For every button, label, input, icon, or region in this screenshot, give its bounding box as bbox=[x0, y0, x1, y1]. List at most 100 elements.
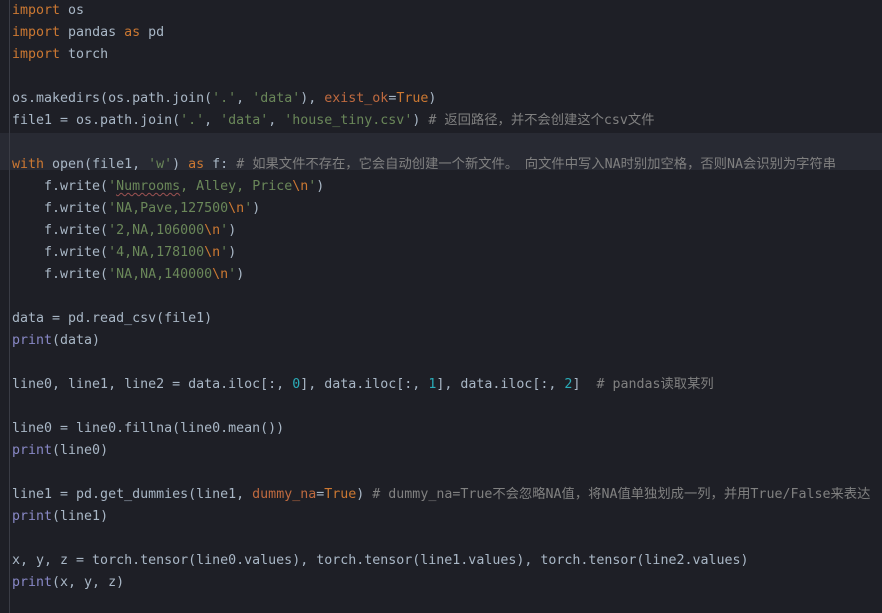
code-line[interactable]: f.write('4,NA,178100\n') bbox=[0, 242, 882, 264]
code-token: True bbox=[396, 91, 429, 106]
code-token: (x, y, z) bbox=[52, 575, 125, 590]
code-token: 'data' bbox=[220, 113, 269, 128]
code-line[interactable] bbox=[0, 528, 882, 550]
code-token: pandas bbox=[60, 25, 125, 40]
code-token: ) bbox=[428, 91, 437, 106]
code-token: '4,NA,178100 bbox=[108, 245, 205, 260]
code-token: '.' bbox=[212, 91, 237, 106]
code-token: (line0) bbox=[52, 443, 109, 458]
code-token: pd bbox=[140, 25, 165, 40]
code-token: open(file1, bbox=[44, 157, 149, 172]
code-token: f: bbox=[204, 157, 237, 172]
code-token: ], data.iloc[:, bbox=[436, 377, 565, 392]
code-token: f.write( bbox=[12, 179, 109, 194]
code-token: True bbox=[324, 487, 357, 502]
code-line[interactable]: print(line0) bbox=[0, 440, 882, 462]
code-token: ], data.iloc[:, bbox=[300, 377, 429, 392]
code-token: f.write( bbox=[12, 201, 109, 216]
code-token: f.write( bbox=[12, 223, 109, 238]
code-line[interactable]: print(x, y, z) bbox=[0, 572, 882, 594]
code-line[interactable]: os.makedirs(os.path.join('.', 'data'), e… bbox=[0, 88, 882, 110]
code-token: ), bbox=[300, 91, 325, 106]
code-line[interactable] bbox=[0, 286, 882, 308]
code-token: ' bbox=[220, 245, 229, 260]
code-token: \n bbox=[204, 223, 221, 238]
gutter-separator-line bbox=[9, 0, 10, 613]
code-line[interactable]: with open(file1, 'w') as f: # 如果文件不存在，它会… bbox=[0, 154, 882, 176]
code-token: line0 = line0.fillna(line0.mean()) bbox=[12, 421, 285, 436]
code-editor[interactable]: import os import pandas as pd import torch… bbox=[0, 0, 882, 613]
code-token: ) bbox=[236, 267, 245, 282]
code-line[interactable] bbox=[0, 352, 882, 374]
code-token: 'NA,Pave,127500 bbox=[108, 201, 229, 216]
code-token: os.makedirs(os.path.join( bbox=[12, 91, 213, 106]
code-token: ) bbox=[172, 157, 189, 172]
code-token: \n bbox=[212, 267, 229, 282]
code-line[interactable]: import torch bbox=[0, 44, 882, 66]
code-token: exist_ok bbox=[324, 91, 389, 106]
code-line[interactable]: file1 = os.path.join('.', 'data', 'house… bbox=[0, 110, 882, 132]
code-token: , Alley, Price bbox=[180, 179, 293, 194]
code-token: os bbox=[60, 3, 85, 18]
code-token: import bbox=[12, 25, 61, 40]
code-token: 'house_tiny.csv' bbox=[284, 113, 413, 128]
code-token: \n bbox=[228, 201, 245, 216]
code-token: ' bbox=[228, 267, 237, 282]
code-line[interactable]: line0 = line0.fillna(line0.mean()) bbox=[0, 418, 882, 440]
code-line[interactable]: f.write('Numrooms, Alley, Price\n') bbox=[0, 176, 882, 198]
code-line[interactable]: f.write('NA,NA,140000\n') bbox=[0, 264, 882, 286]
code-token: x, y, z = torch.tensor(line0.values), to… bbox=[12, 553, 749, 568]
code-token: with bbox=[12, 157, 45, 172]
code-line[interactable] bbox=[0, 132, 882, 154]
code-token: (line1) bbox=[52, 509, 109, 524]
code-line[interactable]: x, y, z = torch.tensor(line0.values), to… bbox=[0, 550, 882, 572]
code-token: import bbox=[12, 47, 61, 62]
code-token: data = pd.read_csv(file1) bbox=[12, 311, 213, 326]
code-token: # dummy_na=True不会忽略NA值，将NA值单独划成一列，并用True… bbox=[372, 487, 871, 502]
code-token: \n bbox=[204, 245, 221, 260]
code-token: Numrooms bbox=[116, 179, 181, 194]
code-line[interactable] bbox=[0, 66, 882, 88]
code-token: print bbox=[12, 333, 53, 348]
code-token: file1 = os.path.join( bbox=[12, 113, 181, 128]
code-line[interactable]: f.write('NA,Pave,127500\n') bbox=[0, 198, 882, 220]
code-token: # 如果文件不存在，它会自动创建一个新文件。 向文件中写入NA时别加空格，否则N… bbox=[236, 157, 837, 172]
code-token: , bbox=[204, 113, 221, 128]
code-token: line0, line1, line2 = data.iloc[:, bbox=[12, 377, 293, 392]
code-token: print bbox=[12, 575, 53, 590]
code-token: line1 = pd.get_dummies(line1, bbox=[12, 487, 253, 502]
code-token: ) bbox=[356, 487, 373, 502]
code-token: ' bbox=[244, 201, 253, 216]
code-line[interactable]: line0, line1, line2 = data.iloc[:, 0], d… bbox=[0, 374, 882, 396]
code-token: ) bbox=[316, 179, 325, 194]
code-token: f.write( bbox=[12, 267, 109, 282]
code-line[interactable]: line1 = pd.get_dummies(line1, dummy_na=T… bbox=[0, 484, 882, 506]
code-token: , bbox=[236, 91, 253, 106]
code-token: # 返回路径，并不会创建这个csv文件 bbox=[428, 113, 655, 128]
code-token: '2,NA,106000 bbox=[108, 223, 205, 238]
code-token: ) bbox=[228, 245, 237, 260]
code-line[interactable]: import pandas as pd bbox=[0, 22, 882, 44]
code-token: as bbox=[124, 25, 141, 40]
code-token: 'data' bbox=[252, 91, 301, 106]
code-token: 'w' bbox=[148, 157, 173, 172]
code-token: ' bbox=[108, 179, 117, 194]
code-token: ) bbox=[252, 201, 261, 216]
code-line[interactable]: print(line1) bbox=[0, 506, 882, 528]
code-token: ) bbox=[412, 113, 429, 128]
code-line[interactable]: print(data) bbox=[0, 330, 882, 352]
code-token: (data) bbox=[52, 333, 101, 348]
code-token: f.write( bbox=[12, 245, 109, 260]
code-content[interactable]: import os import pandas as pd import torch… bbox=[0, 0, 882, 594]
code-token: ) bbox=[228, 223, 237, 238]
code-line[interactable]: f.write('2,NA,106000\n') bbox=[0, 220, 882, 242]
code-line[interactable] bbox=[0, 396, 882, 418]
code-line[interactable] bbox=[0, 462, 882, 484]
code-token: 'NA,NA,140000 bbox=[108, 267, 213, 282]
code-token: torch bbox=[60, 47, 109, 62]
code-token: ' bbox=[220, 223, 229, 238]
code-line[interactable]: import os bbox=[0, 0, 882, 22]
code-token: as bbox=[188, 157, 205, 172]
code-line[interactable]: data = pd.read_csv(file1) bbox=[0, 308, 882, 330]
code-token: ] bbox=[572, 377, 597, 392]
